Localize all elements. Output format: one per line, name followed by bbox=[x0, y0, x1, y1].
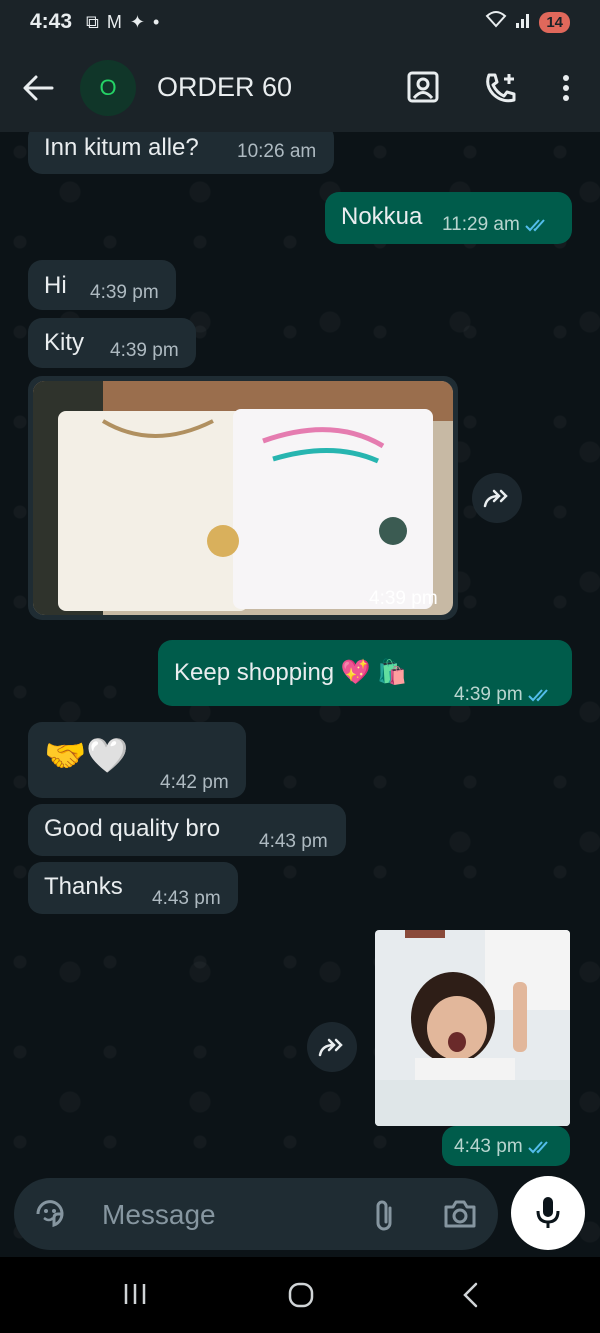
gmail-icon: M bbox=[106, 11, 122, 32]
message-incoming[interactable]: Kity 4:39 pm bbox=[28, 318, 196, 368]
child-photo[interactable] bbox=[375, 930, 570, 1126]
message-incoming[interactable]: 🤝🤍 4:42 pm bbox=[28, 722, 246, 798]
read-ticks-icon bbox=[527, 1141, 548, 1154]
camera-icon[interactable] bbox=[443, 1198, 477, 1230]
screenshot-icon: ⧉ bbox=[86, 11, 99, 32]
status-time: 4:43 bbox=[30, 10, 73, 33]
avatar-initial: O bbox=[99, 75, 117, 100]
message-meta: 11:29 am bbox=[442, 214, 551, 236]
back-nav-icon[interactable] bbox=[460, 1281, 480, 1309]
message-time: 4:43 pm bbox=[152, 888, 221, 909]
jersey-image bbox=[33, 381, 453, 615]
wifi-icon bbox=[485, 10, 507, 34]
forward-button[interactable] bbox=[472, 473, 522, 523]
chat-messages[interactable]: Inn kitum alle? 10:26 am Nokkua 11:29 am… bbox=[0, 132, 600, 1257]
message-text: Hi bbox=[44, 272, 67, 299]
contact-card-icon[interactable] bbox=[405, 70, 441, 106]
message-time: 4:42 pm bbox=[160, 772, 229, 793]
forward-icon bbox=[483, 489, 508, 508]
sticker-icon[interactable] bbox=[34, 1198, 66, 1230]
notification-icons: ⧉ M ✦ • bbox=[86, 12, 159, 33]
message-incoming[interactable]: Hi 4:39 pm bbox=[28, 260, 176, 310]
read-ticks-icon bbox=[527, 689, 548, 702]
recent-apps-icon[interactable] bbox=[122, 1281, 148, 1307]
dot-icon: • bbox=[152, 11, 160, 32]
message-time: 4:39 pm bbox=[454, 684, 523, 705]
message-text: Nokkua bbox=[341, 203, 423, 230]
more-options-icon[interactable] bbox=[548, 70, 584, 106]
message-outgoing[interactable]: Keep shopping 💖 🛍️ 4:39 pm bbox=[158, 640, 572, 706]
message-text: Good quality bro bbox=[44, 815, 221, 842]
message-outgoing[interactable]: Nokkua 11:29 am bbox=[325, 192, 572, 244]
message-text: Inn kitum alle? bbox=[44, 134, 199, 161]
child-image bbox=[375, 930, 570, 1126]
chat-avatar[interactable]: O bbox=[80, 60, 136, 116]
message-incoming[interactable]: Good quality bro 4:43 pm bbox=[28, 804, 346, 856]
message-text: Kity bbox=[44, 329, 85, 356]
message-meta: 4:39 pm bbox=[454, 684, 554, 706]
chat-title[interactable]: ORDER 60 bbox=[157, 72, 292, 103]
app-notification-icon: ✦ bbox=[129, 11, 145, 32]
forward-icon bbox=[318, 1038, 343, 1057]
status-bar: 4:43 ⧉ M ✦ • 14 bbox=[0, 0, 600, 44]
system-nav-bar bbox=[0, 1257, 600, 1333]
message-time: 11:29 am bbox=[442, 214, 520, 235]
read-ticks-icon bbox=[525, 219, 545, 232]
image-message-incoming[interactable]: 4:39 pm bbox=[28, 376, 458, 620]
chat-header: O ORDER 60 bbox=[0, 44, 600, 132]
message-text: Keep shopping 💖 🛍️ bbox=[174, 659, 408, 686]
message-time: 4:43 pm bbox=[454, 1136, 523, 1157]
add-call-icon[interactable] bbox=[482, 70, 518, 106]
voice-message-button[interactable] bbox=[511, 1176, 585, 1250]
signal-icon bbox=[515, 10, 531, 34]
message-time: 4:43 pm bbox=[259, 831, 328, 852]
message-composer[interactable]: Message bbox=[14, 1178, 498, 1250]
message-text: Thanks bbox=[44, 873, 123, 900]
message-input[interactable]: Message bbox=[102, 1199, 216, 1231]
home-icon[interactable] bbox=[287, 1281, 315, 1309]
forward-button[interactable] bbox=[307, 1022, 357, 1072]
message-time: 4:39 pm bbox=[110, 340, 179, 361]
message-time: 10:26 am bbox=[237, 141, 317, 162]
message-time: 4:39 pm bbox=[90, 282, 159, 303]
microphone-icon bbox=[536, 1197, 560, 1228]
back-arrow-icon[interactable] bbox=[22, 74, 54, 102]
jersey-photo[interactable]: 4:39 pm bbox=[33, 381, 453, 615]
attach-icon[interactable] bbox=[372, 1198, 396, 1232]
message-time: 4:39 pm bbox=[369, 588, 438, 609]
message-meta: 4:43 pm bbox=[454, 1136, 554, 1158]
message-emoji: 🤝🤍 bbox=[44, 737, 129, 775]
message-incoming[interactable]: Thanks 4:43 pm bbox=[28, 862, 238, 914]
battery-indicator: 14 bbox=[539, 11, 570, 33]
image-message-meta: 4:43 pm bbox=[442, 1126, 570, 1166]
message-incoming[interactable]: Inn kitum alle? 10:26 am bbox=[28, 132, 334, 174]
